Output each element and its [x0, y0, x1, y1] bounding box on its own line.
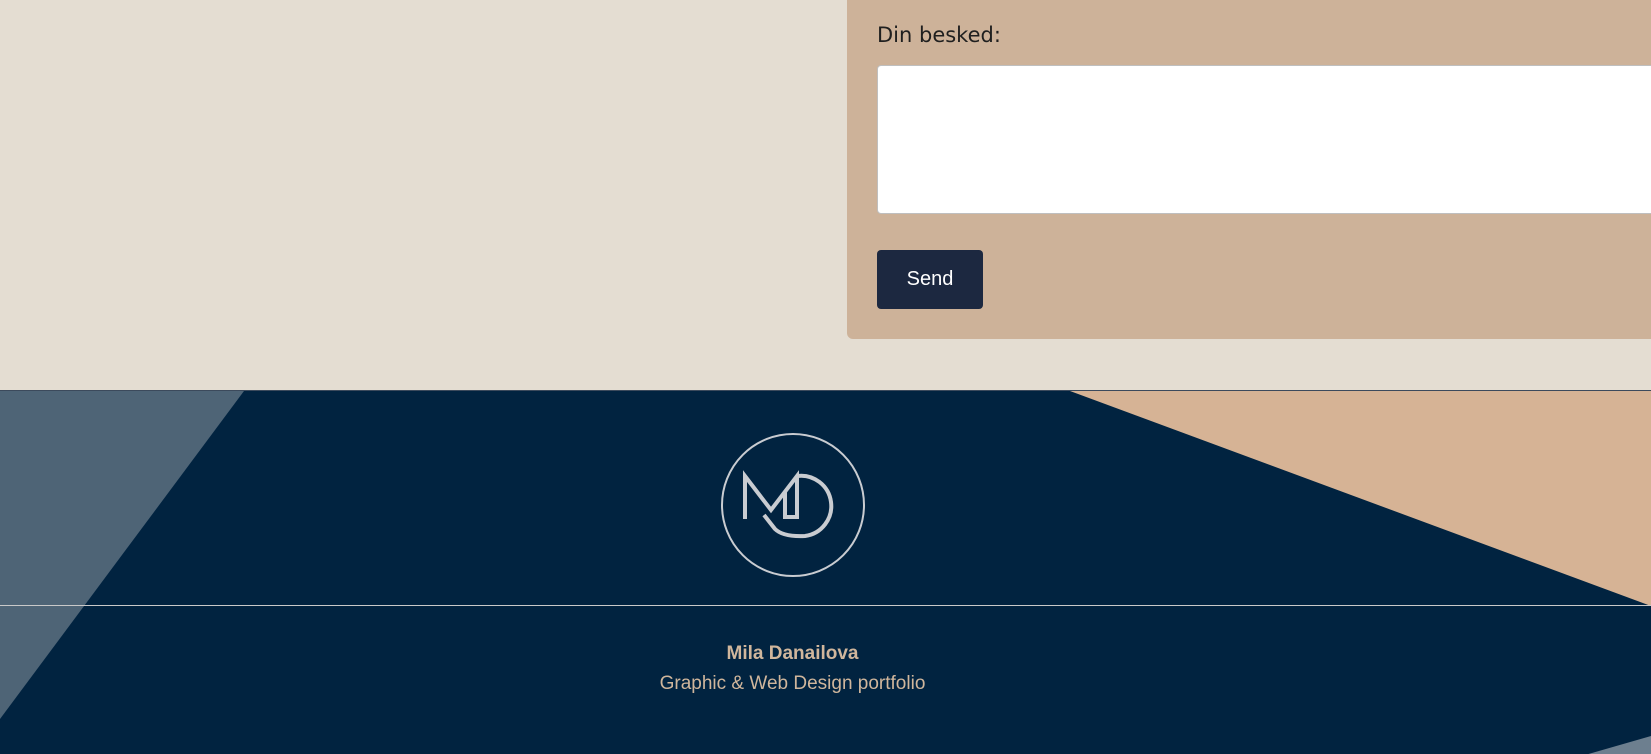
page: Din besked: Send Mila Danailova Graphic … [0, 0, 1651, 754]
footer-corner-shape [1588, 736, 1651, 754]
footer-sand-shape [1070, 391, 1651, 606]
contact-section: Din besked: Send [0, 0, 1651, 390]
message-label: Din besked: [877, 23, 1001, 47]
send-button[interactable]: Send [877, 250, 983, 309]
message-textarea[interactable] [877, 65, 1651, 214]
footer-name: Mila Danailova [726, 643, 859, 664]
contact-form-card: Din besked: Send [847, 0, 1651, 339]
footer-divider [0, 605, 1651, 606]
footer: Mila Danailova Graphic & Web Design port… [0, 390, 1651, 754]
footer-tagline: Graphic & Web Design portfolio [659, 673, 926, 694]
footer-slate-shape [0, 391, 244, 719]
md-monogram-logo-icon [721, 433, 865, 577]
